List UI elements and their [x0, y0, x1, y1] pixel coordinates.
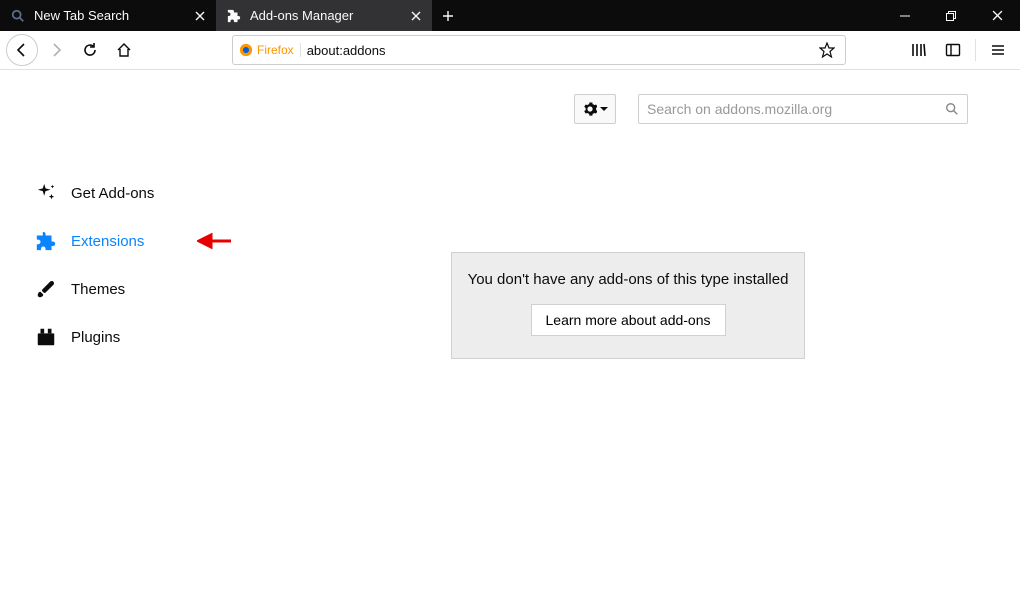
tab-title: Add-ons Manager	[250, 8, 408, 23]
addons-search-box[interactable]	[638, 94, 968, 124]
sidebar-item-get-addons[interactable]: Get Add-ons	[35, 169, 245, 217]
search-icon	[10, 8, 26, 24]
close-icon[interactable]	[408, 8, 424, 24]
sidebar-item-label: Plugins	[71, 329, 120, 346]
sidebar-item-plugins[interactable]: Plugins	[35, 313, 245, 361]
library-button[interactable]	[903, 34, 935, 66]
search-icon[interactable]	[945, 102, 959, 116]
address-bar[interactable]: Firefox about:addons	[232, 35, 846, 65]
sidebar-item-label: Themes	[71, 281, 125, 298]
browser-toolbar: Firefox about:addons	[0, 31, 1020, 70]
browser-tab-bar: New Tab Search Add-ons Manager	[0, 0, 1020, 31]
addons-page: Get Add-ons Extensions Themes Plugins	[0, 70, 1020, 595]
close-icon[interactable]	[192, 8, 208, 24]
empty-state-message: You don't have any add-ons of this type …	[464, 271, 792, 288]
new-tab-button[interactable]	[432, 0, 464, 31]
chevron-down-icon	[600, 107, 608, 112]
sparkle-icon	[35, 182, 57, 204]
sidebar-item-themes[interactable]: Themes	[35, 265, 245, 313]
annotation-arrow-icon	[197, 232, 233, 250]
gear-icon	[583, 102, 597, 116]
addons-sidebar: Get Add-ons Extensions Themes Plugins	[0, 70, 245, 595]
sidebar-button[interactable]	[937, 34, 969, 66]
reload-button[interactable]	[74, 34, 106, 66]
window-controls	[882, 0, 1020, 31]
browser-tab[interactable]: New Tab Search	[0, 0, 216, 31]
forward-button[interactable]	[40, 34, 72, 66]
close-window-button[interactable]	[974, 0, 1020, 31]
tab-title: New Tab Search	[34, 8, 192, 23]
plugin-icon	[35, 326, 57, 348]
minimize-button[interactable]	[882, 0, 928, 31]
bookmark-star-icon[interactable]	[819, 42, 839, 58]
empty-state-panel: You don't have any add-ons of this type …	[451, 252, 805, 359]
browser-tab[interactable]: Add-ons Manager	[216, 0, 432, 31]
sidebar-item-extensions[interactable]: Extensions	[35, 217, 245, 265]
sidebar-item-label: Extensions	[71, 233, 144, 250]
url-text: about:addons	[307, 43, 813, 58]
identity-label: Firefox	[257, 43, 294, 57]
puzzle-icon	[35, 230, 57, 252]
search-input[interactable]	[647, 101, 937, 117]
back-button[interactable]	[6, 34, 38, 66]
identity-box[interactable]: Firefox	[239, 43, 301, 57]
paintbrush-icon	[35, 278, 57, 300]
app-menu-button[interactable]	[982, 34, 1014, 66]
firefox-icon	[239, 43, 253, 57]
puzzle-icon	[226, 8, 242, 24]
addons-main: You don't have any add-ons of this type …	[245, 70, 1020, 595]
addons-toolbar	[245, 92, 968, 126]
home-button[interactable]	[108, 34, 140, 66]
separator	[975, 39, 976, 61]
maximize-button[interactable]	[928, 0, 974, 31]
learn-more-button[interactable]: Learn more about add-ons	[531, 304, 726, 336]
sidebar-item-label: Get Add-ons	[71, 185, 154, 202]
tools-menu-button[interactable]	[574, 94, 616, 124]
